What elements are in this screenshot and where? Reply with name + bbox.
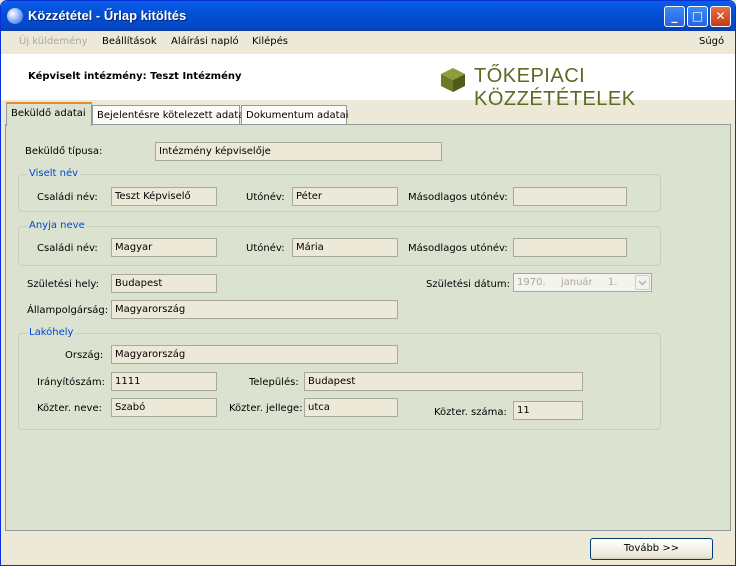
street-name-label: Közter. neve: (37, 403, 102, 414)
worn-name-title: Viselt név (27, 168, 81, 179)
birth-place-field[interactable]: Budapest (111, 274, 217, 293)
street-type-label: Közter. jellege: (229, 403, 303, 414)
worn-family-name-field[interactable]: Teszt Képviselő (111, 187, 217, 206)
menu-signing-log[interactable]: Aláírási napló (171, 36, 239, 47)
sender-type-field[interactable]: Intézmény képviselője (155, 142, 442, 161)
mother-name-title: Anyja neve (27, 220, 87, 231)
residence-title: Lakóhely (27, 327, 76, 338)
country-label: Ország: (65, 350, 104, 361)
citizenship-label: Állampolgárság: (27, 305, 109, 316)
country-field[interactable]: Magyarország (111, 345, 398, 364)
street-type-field[interactable]: utca (304, 398, 398, 417)
worn-given-name-label: Utónév: (246, 192, 285, 203)
city-label: Település: (249, 377, 299, 388)
house-number-field[interactable]: 11 (513, 401, 583, 420)
birth-date-year: 1970. (517, 277, 546, 288)
tab-sender-data[interactable]: Beküldő adatai (6, 102, 92, 126)
minimize-icon: _ (671, 9, 678, 23)
birth-place-label: Születési hely: (27, 279, 99, 290)
close-icon: ✕ (715, 9, 726, 23)
close-button[interactable]: ✕ (710, 6, 731, 27)
represented-institution: Képviselt intézmény: Teszt Intézmény (28, 71, 242, 82)
menu-settings[interactable]: Beállítások (102, 36, 157, 47)
mother-given-name-label: Utónév: (246, 243, 285, 254)
city-field[interactable]: Budapest (304, 372, 583, 391)
birth-date-day: 1. (607, 277, 618, 288)
street-name-field[interactable]: Szabó (111, 398, 217, 417)
mother-second-name-field[interactable] (513, 238, 627, 257)
worn-family-name-label: Családi név: (37, 192, 98, 203)
menu-bar: Új küldemény Beállítások Aláírási napló … (1, 31, 735, 53)
logo-text: TŐKEPIACI KÖZZÉTÉTELEK (474, 65, 636, 110)
zip-field[interactable]: 1111 (111, 372, 217, 391)
cube-logo-icon (441, 68, 465, 92)
sender-type-label: Beküldő típusa: (25, 146, 103, 157)
worn-second-name-label: Másodlagos utónév: (408, 192, 508, 203)
zip-label: Irányítószám: (37, 377, 105, 388)
menu-new-submission[interactable]: Új küldemény (19, 36, 88, 47)
birth-date-month: január (560, 277, 593, 288)
sender-data-panel: Beküldő típusa: Intézmény képviselője Vi… (5, 124, 731, 531)
birth-date-picker[interactable]: 1970. január 1. (513, 273, 652, 292)
citizenship-field[interactable]: Magyarország (111, 300, 398, 319)
menu-exit[interactable]: Kilépés (252, 36, 288, 47)
chevron-down-icon[interactable] (635, 275, 650, 290)
header-banner: Képviselt intézmény: Teszt Intézmény TŐK… (1, 54, 735, 110)
menu-help[interactable]: Súgó (699, 36, 724, 47)
app-globe-icon (7, 8, 23, 24)
next-button[interactable]: Tovább >> (590, 538, 713, 560)
title-bar[interactable]: Közzététel - Űrlap kitöltés _ □ ✕ (1, 1, 735, 31)
mother-given-name-field[interactable]: Mária (292, 238, 398, 257)
minimize-button[interactable]: _ (664, 6, 685, 27)
tab-document-data[interactable]: Dokumentum adatai (241, 105, 348, 124)
maximize-icon: □ (691, 9, 704, 23)
birth-date-label: Születési dátum: (426, 279, 510, 290)
mother-family-name-label: Családi név: (37, 243, 98, 254)
mother-family-name-field[interactable]: Magyar (111, 238, 217, 257)
worn-second-name-field[interactable] (513, 187, 627, 206)
maximize-button[interactable]: □ (687, 6, 708, 27)
mother-second-name-label: Másodlagos utónév: (408, 243, 508, 254)
tab-reporting-party-data[interactable]: Bejelentésre kötelezett adatai (92, 105, 247, 124)
worn-given-name-field[interactable]: Péter (292, 187, 398, 206)
window-title: Közzététel - Űrlap kitöltés (28, 8, 187, 23)
house-number-label: Közter. száma: (434, 407, 507, 418)
main-window: Közzététel - Űrlap kitöltés _ □ ✕ Új kül… (0, 0, 736, 566)
